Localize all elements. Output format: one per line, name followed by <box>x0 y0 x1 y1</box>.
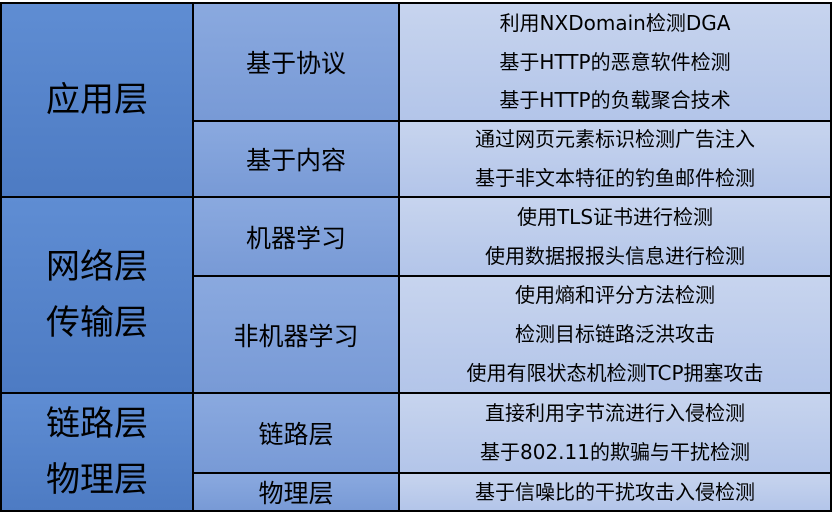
sub-label: 机器学习 <box>245 223 346 253</box>
sub-label: 基于内容 <box>245 146 346 175</box>
item-text: 检测目标链路泛洪攻击 <box>515 322 715 347</box>
sub-label: 链路层 <box>258 420 334 449</box>
item-text: 利用NXDomain检测DGA <box>499 10 731 35</box>
item-text: 使用熵和评分方法检测 <box>515 283 715 308</box>
items-cell-protocol-based: 利用NXDomain检测DGA 基于HTTP的恶意软件检测 基于HTTP的负载聚… <box>398 2 832 122</box>
layer-label: 应用层 <box>46 80 148 120</box>
layer-cell-application: 应用层 <box>0 2 194 198</box>
items-cell-non-machine-learning: 使用熵和评分方法检测 检测目标链路泛洪攻击 使用有限状态机检测TCP拥塞攻击 <box>398 275 832 394</box>
layered-detection-table: 应用层 网络层 传输层 链路层 物理层 基于协议 基于内容 机器学习 非机器学习… <box>0 0 833 514</box>
item-text: 基于HTTP的负载聚合技术 <box>499 88 731 113</box>
items-cell-physical-layer: 基于信噪比的干扰攻击入侵检测 <box>398 472 832 512</box>
items-cell-link-layer: 直接利用字节流进行入侵检测 基于802.11的欺骗与干扰检测 <box>398 392 832 474</box>
layer-label: 链路层 <box>46 404 148 444</box>
sub-cell-physical-layer: 物理层 <box>192 472 400 512</box>
sub-cell-protocol-based: 基于协议 <box>192 2 400 122</box>
items-cell-machine-learning: 使用TLS证书进行检测 使用数据报报头信息进行检测 <box>398 196 832 277</box>
layer-label: 物理层 <box>46 460 148 500</box>
sub-cell-link-layer: 链路层 <box>192 392 400 474</box>
item-text: 基于HTTP的恶意软件检测 <box>499 49 731 74</box>
layer-label: 网络层 <box>46 247 148 287</box>
layer-label: 传输层 <box>46 303 148 343</box>
sub-cell-content-based: 基于内容 <box>192 120 400 198</box>
sub-cell-non-machine-learning: 非机器学习 <box>192 275 400 394</box>
sub-label: 基于协议 <box>245 49 346 78</box>
item-text: 通过网页元素标识检测广告注入 <box>475 127 755 152</box>
item-text: 基于802.11的欺骗与干扰检测 <box>480 440 750 464</box>
layer-cell-network-transport: 网络层 传输层 <box>0 196 194 394</box>
sub-label: 物理层 <box>258 479 334 508</box>
item-text: 使用数据报报头信息进行检测 <box>485 243 745 268</box>
item-text: 基于信噪比的干扰攻击入侵检测 <box>475 479 755 504</box>
sub-cell-machine-learning: 机器学习 <box>192 196 400 277</box>
item-text: 使用有限状态机检测TCP拥塞攻击 <box>466 360 764 385</box>
layer-cell-link-physical: 链路层 物理层 <box>0 392 194 512</box>
item-text: 直接利用字节流进行入侵检测 <box>485 401 745 426</box>
items-cell-content-based: 通过网页元素标识检测广告注入 基于非文本特征的钓鱼邮件检测 <box>398 120 832 198</box>
sub-label: 非机器学习 <box>233 321 359 351</box>
item-text: 基于非文本特征的钓鱼邮件检测 <box>475 166 755 190</box>
item-text: 使用TLS证书进行检测 <box>516 204 714 229</box>
